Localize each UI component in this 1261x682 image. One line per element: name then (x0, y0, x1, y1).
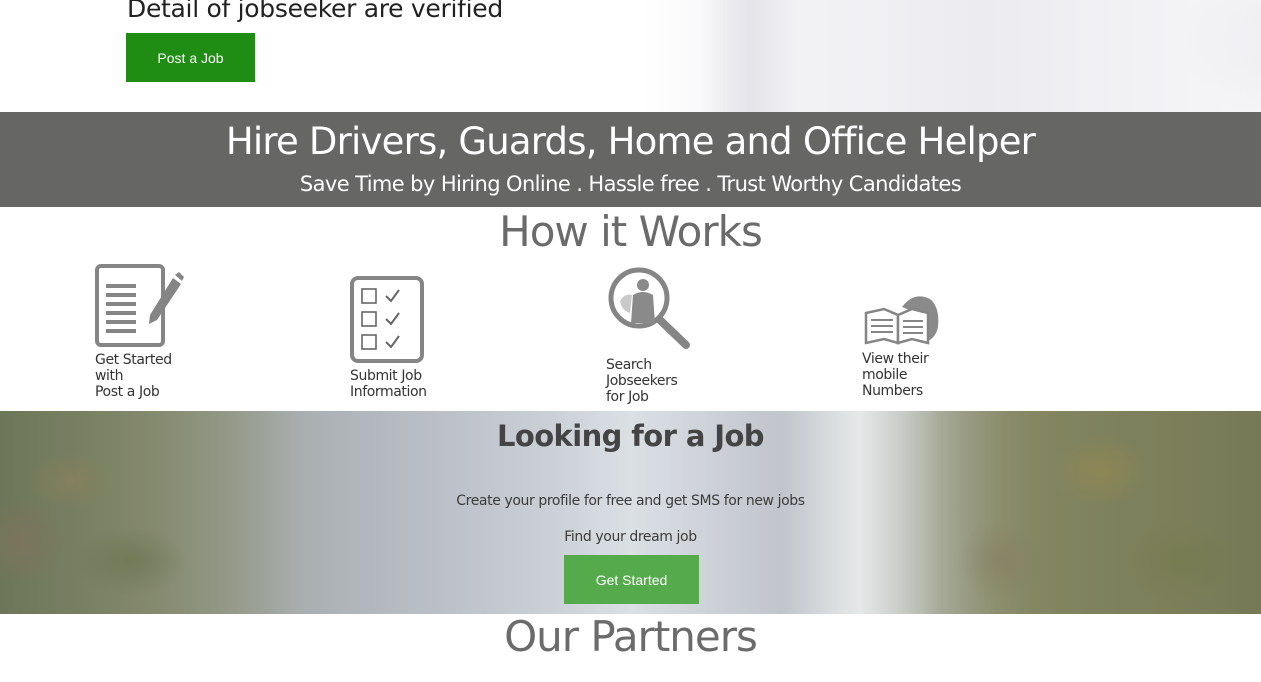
step-label: Get Started with Post a Job (95, 352, 172, 400)
search-person-icon (608, 267, 690, 349)
checklist-icon (350, 276, 424, 363)
step-label: Submit Job Information (350, 368, 427, 400)
looking-tagline: Find your dream job (564, 529, 697, 545)
how-it-works-section: How it Works Get Started with Post a Job (0, 207, 1261, 411)
looking-title: Looking for a Job (497, 419, 765, 453)
step-label: Search Jobseekers for Job (606, 357, 678, 405)
partners-section: Our Partners (0, 612, 1261, 682)
hero-section: Detail of jobseeker are verified Post a … (0, 0, 1261, 112)
document-pencil-icon (95, 264, 184, 347)
get-started-button[interactable]: Get Started (564, 555, 699, 604)
post-job-button[interactable]: Post a Job (126, 33, 255, 82)
step-label: View their mobile Numbers (862, 351, 929, 399)
step-post-job: Get Started with Post a Job (95, 264, 185, 400)
phone-book-icon (864, 296, 939, 345)
partners-title: Our Partners (504, 612, 758, 661)
step-view-numbers: View their mobile Numbers (862, 293, 942, 399)
looking-description: Create your profile for free and get SMS… (456, 493, 805, 509)
looking-for-job-section: Looking for a Job Create your profile fo… (0, 411, 1261, 614)
step-search-jobseekers: Search Jobseekers for Job (606, 265, 694, 405)
hire-banner: Hire Drivers, Guards, Home and Office He… (0, 112, 1261, 207)
page: Detail of jobseeker are verified Post a … (0, 0, 1261, 682)
banner-title: Hire Drivers, Guards, Home and Office He… (225, 120, 1036, 163)
banner-subtitle: Save Time by Hiring Online . Hassle free… (299, 172, 962, 196)
step-submit-job: Submit Job Information (350, 276, 427, 400)
how-it-works-title: How it Works (499, 207, 763, 256)
hero-background-highlight (700, 0, 800, 112)
hero-title: Detail of jobseeker are verified (127, 0, 503, 23)
